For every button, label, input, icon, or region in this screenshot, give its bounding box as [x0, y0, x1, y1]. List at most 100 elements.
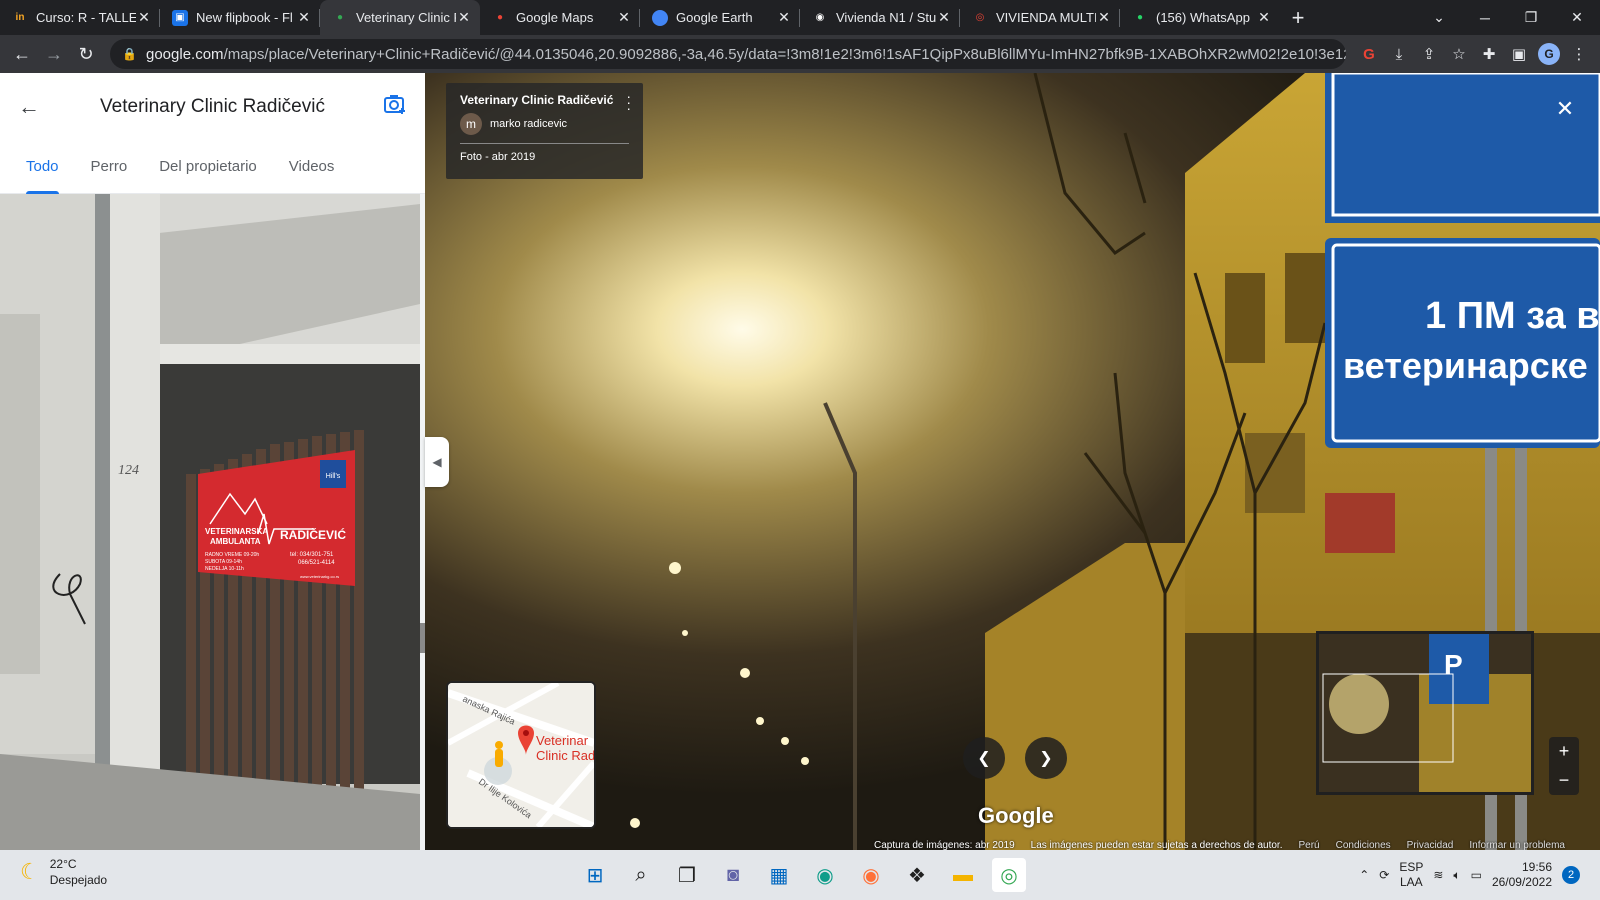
edge-icon[interactable]: ◉: [808, 858, 842, 892]
next-photo-button[interactable]: ❯: [1025, 737, 1067, 779]
system-tray: ⌃ ⟳ ESP LAA ≋ 🔈︎ ▭ 19:56 26/09/2022 2: [1359, 850, 1600, 900]
region-link[interactable]: Perú: [1299, 840, 1320, 851]
tab-search-icon[interactable]: ⌄: [1416, 0, 1462, 35]
clock-time: 19:56: [1521, 860, 1552, 874]
author-avatar: m: [460, 113, 482, 135]
chevron-up-icon[interactable]: ⌃: [1359, 868, 1369, 882]
close-icon[interactable]: ✕: [296, 9, 312, 26]
language-indicator[interactable]: ESP LAA: [1399, 860, 1423, 890]
browser-tab-strip: in Curso: R - TALLER ✕ ▣ New flipbook - …: [0, 0, 1600, 35]
tab-google-maps[interactable]: ● Google Maps ✕: [480, 0, 640, 35]
imagery-capture-date: Captura de imágenes: abr 2019: [874, 839, 1015, 851]
side-panel-icon[interactable]: ▣: [1504, 39, 1534, 69]
tab-vivienda-multi[interactable]: ◎ VIVIENDA MULTI ✕: [960, 0, 1120, 35]
share-icon[interactable]: ⇪: [1414, 39, 1444, 69]
menu-kebab-icon[interactable]: ⋮: [1564, 39, 1594, 69]
panel-header: ← Veterinary Clinic Radičević: [0, 73, 425, 140]
notification-badge[interactable]: 2: [1562, 866, 1580, 884]
maps-pin-icon: ●: [336, 12, 344, 23]
address-bar[interactable]: 🔒 google.com/maps/place/Veterinary+Clini…: [110, 39, 1346, 69]
url-path: /maps/place/Veterinary+Clinic+Radičević/…: [223, 45, 1346, 63]
maps-pin-icon: ●: [496, 12, 504, 23]
tab-google-earth[interactable]: Google Earth ✕: [640, 0, 800, 35]
tab-whatsapp[interactable]: ● (156) WhatsApp ✕: [1120, 0, 1280, 35]
volume-icon[interactable]: 🔈︎: [1453, 868, 1460, 883]
reload-button[interactable]: ↻: [70, 38, 102, 70]
street-sign-line-1: 1 ПМ за во: [1425, 295, 1600, 337]
tab-favicon: in: [12, 9, 28, 26]
photo-thumbnail-clinic-entrance[interactable]: Hill's VETERINARSKA AMBULANTA RADIČEVIĆ …: [0, 194, 420, 850]
install-icon[interactable]: ⤓: [1384, 39, 1414, 69]
zoom-in-button[interactable]: +: [1559, 741, 1570, 762]
add-photo-camera-icon[interactable]: [377, 93, 407, 121]
dropbox-icon[interactable]: ❖: [900, 858, 934, 892]
back-arrow-icon[interactable]: ←: [18, 94, 48, 120]
new-tab-button[interactable]: +: [1280, 0, 1316, 35]
window-controls: ⌄ ─ ❐ ✕: [1416, 0, 1600, 35]
close-icon[interactable]: ✕: [1256, 9, 1272, 26]
google-lens-icon[interactable]: G: [1354, 39, 1384, 69]
close-icon[interactable]: ✕: [616, 9, 632, 26]
photo-place-name[interactable]: Veterinary Clinic Radičević: [460, 93, 629, 107]
tab-curso[interactable]: in Curso: R - TALLER ✕: [0, 0, 160, 35]
mini-map[interactable]: anaska Rajića Dr Ilije Kolovića Veterina…: [446, 681, 596, 829]
close-icon[interactable]: ✕: [936, 9, 952, 26]
weather-condition: Despejado: [49, 873, 108, 887]
photo-info-card: Veterinary Clinic Radičević · · · m marko …: [446, 83, 643, 179]
photo-overview-thumbnail[interactable]: P: [1316, 631, 1534, 795]
more-options-icon[interactable]: · · ·: [626, 89, 631, 115]
close-window-button[interactable]: ✕: [1554, 0, 1600, 35]
windows-start-icon[interactable]: ⊞: [578, 858, 612, 892]
bookmark-star-icon[interactable]: ☆: [1444, 39, 1474, 69]
copyright-notice: Las imágenes pueden estar sujetas a dere…: [1030, 839, 1283, 851]
author-name: marko radicevic: [490, 118, 568, 130]
close-viewer-icon[interactable]: ✕: [1553, 96, 1577, 121]
close-icon[interactable]: ✕: [776, 9, 792, 26]
close-icon[interactable]: ✕: [1096, 9, 1112, 26]
restore-button[interactable]: ❐: [1508, 0, 1554, 35]
tab-title: Veterinary Clinic R: [356, 10, 456, 25]
task-view-icon[interactable]: ❐: [670, 858, 704, 892]
firefox-icon[interactable]: ◉: [854, 858, 888, 892]
sync-icon[interactable]: ⟳: [1379, 868, 1389, 882]
weather-widget[interactable]: ☾ 22°C Despejado: [20, 856, 107, 888]
store-icon[interactable]: ▦: [762, 858, 796, 892]
minimize-button[interactable]: ─: [1462, 0, 1508, 35]
house-number: 124: [118, 463, 139, 478]
forward-button[interactable]: →: [38, 38, 70, 70]
minimap-place-2: Clinic Rad: [536, 748, 594, 763]
sign-hours-1: RADNO VREME 09-20h: [205, 552, 259, 558]
wifi-icon[interactable]: ≋: [1433, 868, 1443, 882]
battery-icon[interactable]: ▭: [1471, 868, 1482, 882]
photo-author[interactable]: m marko radicevic: [460, 113, 629, 144]
chrome-icon[interactable]: ◎: [992, 858, 1026, 892]
privacy-link[interactable]: Privacidad: [1407, 840, 1454, 851]
chat-icon[interactable]: ◙: [716, 858, 750, 892]
sign-website: www.veterinarkg.co.rs: [300, 574, 339, 579]
tab-todo[interactable]: Todo: [10, 140, 75, 194]
tab-videos[interactable]: Videos: [273, 140, 351, 193]
terms-link[interactable]: Condiciones: [1336, 840, 1391, 851]
sign-brand: Hill's: [326, 473, 341, 480]
tab-vivienda-n1[interactable]: ◉ Vivienda N1 / Stu ✕: [800, 0, 960, 35]
clock[interactable]: 19:56 26/09/2022: [1492, 860, 1552, 890]
file-explorer-icon[interactable]: ▬: [946, 858, 980, 892]
tab-title: (156) WhatsApp: [1156, 10, 1250, 25]
zoom-out-button[interactable]: −: [1559, 770, 1570, 791]
tab-title: New flipbook - Fl: [196, 10, 293, 25]
profile-button[interactable]: G: [1534, 39, 1564, 69]
tab-veterinary-clinic[interactable]: ● Veterinary Clinic R ✕: [320, 0, 480, 35]
previous-photo-button[interactable]: ❮: [963, 737, 1005, 779]
tab-perro[interactable]: Perro: [75, 140, 144, 193]
search-icon[interactable]: ⌕: [624, 858, 658, 892]
tab-flipbook[interactable]: ▣ New flipbook - Fl ✕: [160, 0, 320, 35]
tab-favicon: ▣: [172, 9, 188, 26]
extensions-icon[interactable]: ✚: [1474, 39, 1504, 69]
close-icon[interactable]: ✕: [136, 9, 152, 26]
close-icon[interactable]: ✕: [456, 9, 472, 26]
back-button[interactable]: ←: [6, 38, 38, 70]
lock-icon[interactable]: 🔒: [122, 47, 137, 61]
report-problem-link[interactable]: Informar un problema: [1469, 840, 1565, 851]
collapse-panel-button[interactable]: ◀: [425, 437, 449, 487]
tab-del-propietario[interactable]: Del propietario: [143, 140, 273, 193]
